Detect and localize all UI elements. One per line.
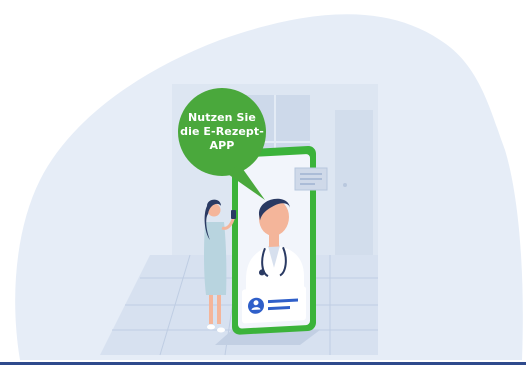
chat-window-icon [294,167,328,191]
illustration-stage: Nutzen Sie die E-Rezept- APP [0,0,526,365]
door [335,110,373,260]
bubble-line-1: Nutzen Sie [188,111,256,124]
bubble-line-3: APP [209,139,235,152]
user-info-card [242,286,306,324]
erezept-illustration [0,14,526,365]
speech-bubble-text: Nutzen Sie die E-Rezept- APP [172,111,272,153]
bubble-line-2: die E-Rezept- [180,125,264,138]
